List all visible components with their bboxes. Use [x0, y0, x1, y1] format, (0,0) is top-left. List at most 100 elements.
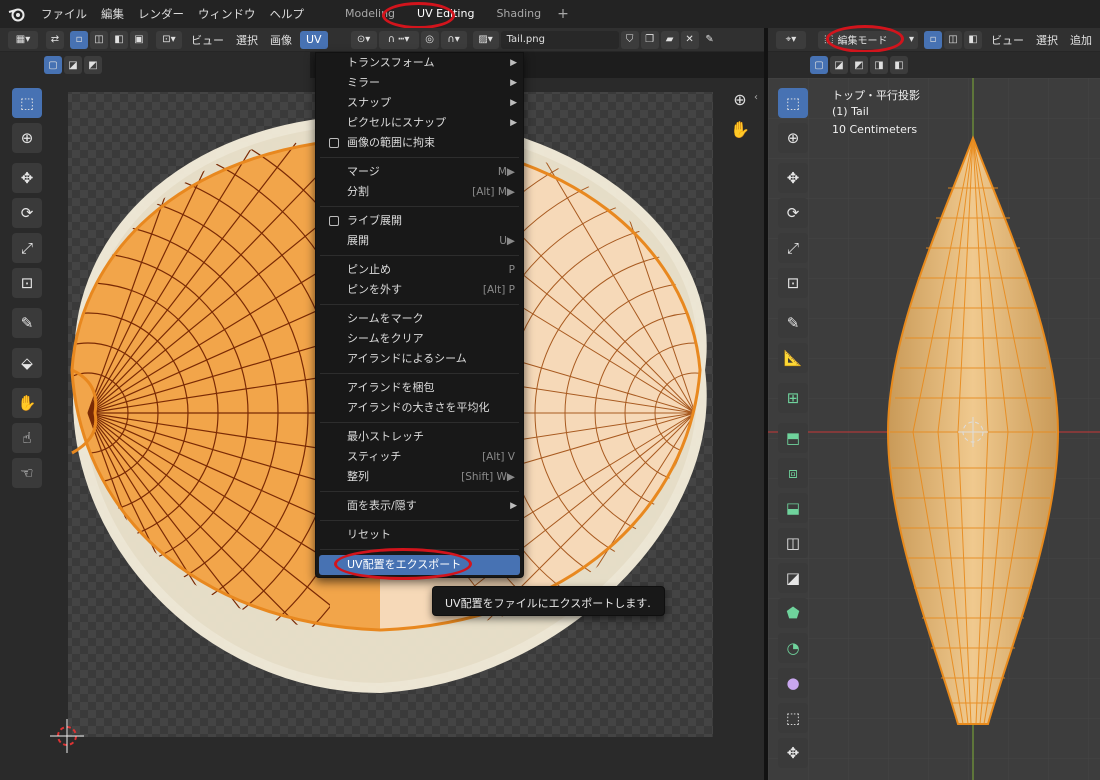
vertex-mode-icon[interactable]: ▫	[924, 30, 942, 49]
sticky-select-icon[interactable]: ⊡▾	[156, 30, 182, 49]
vp-measure-tool-icon[interactable]: 📐	[778, 343, 808, 373]
relax-tool-icon[interactable]: ☝	[12, 423, 42, 453]
menu-item-merge[interactable]: マージ M▶	[316, 162, 523, 182]
menu-item-minimize-stretch[interactable]: 最小ストレッチ	[316, 427, 523, 447]
vertex-select-icon[interactable]: ▫	[70, 30, 88, 49]
select-mode-subtract-icon[interactable]: ◩	[84, 56, 102, 74]
vp-annotate-tool-icon[interactable]: ✎	[778, 308, 808, 338]
pin-icon[interactable]: ✎	[701, 31, 719, 49]
annotate-tool-icon[interactable]: ✎	[12, 308, 42, 338]
image-browse-icon[interactable]: ▨▾	[472, 30, 499, 49]
vp-rotate-tool-icon[interactable]: ⟳	[778, 198, 808, 228]
uv-menu-select[interactable]: 選択	[232, 32, 262, 48]
edge-mode-icon[interactable]: ◫	[944, 30, 962, 49]
vp-smooth-tool-icon[interactable]: ●	[778, 668, 808, 698]
menu-item-mark-seam[interactable]: シームをマーク	[316, 309, 523, 329]
snap-icon[interactable]: ∩ ┅▾	[378, 30, 419, 49]
zoom-icon[interactable]: ⊕	[728, 90, 752, 114]
uv-menu-view[interactable]: ビュー	[183, 32, 232, 48]
sidebar-toggle-icon[interactable]: ‹	[754, 92, 758, 103]
transform-tool-icon[interactable]: ⊡	[12, 268, 42, 298]
viewport-menu-view[interactable]: ビュー	[983, 32, 1032, 48]
pivot-icon[interactable]: ⊙▾	[350, 30, 377, 49]
face-mode-icon[interactable]: ◧	[964, 30, 982, 49]
menu-item-unpin[interactable]: ピンを外す [Alt] P	[316, 280, 523, 300]
island-select-icon[interactable]: ▣	[130, 30, 148, 49]
editor-type-icon[interactable]: ▦▾	[8, 30, 38, 49]
menu-file[interactable]: ファイル	[34, 0, 94, 28]
uv-menu-uv[interactable]: UV	[300, 30, 328, 49]
vp-edge-slide-tool-icon[interactable]: ⬚	[778, 703, 808, 733]
add-workspace-button[interactable]: +	[549, 0, 577, 28]
vp-add-cube-tool-icon[interactable]: ⊞	[778, 383, 808, 413]
vp-select-subtract-icon[interactable]: ◩	[850, 56, 868, 74]
proportional-edit-icon[interactable]: ◎	[420, 30, 439, 49]
select-mode-extend-icon[interactable]: ◪	[64, 56, 82, 74]
rip-region-tool-icon[interactable]: ⬙	[12, 348, 42, 378]
vp-spin-tool-icon[interactable]: ◔	[778, 633, 808, 663]
menu-item-reset[interactable]: リセット	[316, 525, 523, 545]
scale-tool-icon[interactable]: ⤢	[12, 233, 42, 263]
menu-item-show-hide-faces[interactable]: 面を表示/隠す ▶	[316, 496, 523, 516]
menu-item-split[interactable]: 分割 [Alt] M▶	[316, 182, 523, 202]
viewport-canvas[interactable]: トップ・平行投影 (1) Tail 10 Centimeters ⬚ ⊕ ✥ ⟳…	[768, 78, 1100, 780]
fake-user-icon[interactable]: ⛉	[620, 30, 639, 49]
menu-item-mirror[interactable]: ミラー ▶	[316, 73, 523, 93]
menu-item-align[interactable]: 整列 [Shift] W▶	[316, 467, 523, 487]
vp-loop-cut-tool-icon[interactable]: ◫	[778, 528, 808, 558]
vp-knife-tool-icon[interactable]: ◪	[778, 563, 808, 593]
vp-select-intersect-icon[interactable]: ◧	[890, 56, 908, 74]
vp-select-new-icon[interactable]: ▢	[810, 56, 828, 74]
vp-select-extend-icon[interactable]: ◪	[830, 56, 848, 74]
menu-item-average-islands-scale[interactable]: アイランドの大きさを平均化	[316, 398, 523, 418]
edge-select-icon[interactable]: ◫	[90, 30, 108, 49]
menu-item-clear-seam[interactable]: シームをクリア	[316, 329, 523, 349]
vp-move-tool-icon[interactable]: ✥	[778, 163, 808, 193]
tab-shading[interactable]: Shading	[488, 0, 549, 28]
vp-inset-tool-icon[interactable]: ⧈	[778, 458, 808, 488]
sync-selection-icon[interactable]: ⇄	[46, 30, 64, 49]
menu-item-constrain-to-image[interactable]: 画像の範囲に拘束	[316, 133, 523, 153]
blender-logo-icon[interactable]	[0, 6, 34, 22]
falloff-icon[interactable]: ∩▾	[440, 30, 467, 49]
menu-render[interactable]: レンダー	[131, 0, 191, 28]
viewport-editor-type-icon[interactable]: ⌖▾	[776, 30, 806, 49]
duplicate-image-icon[interactable]: ❐	[640, 30, 659, 49]
select-mode-new-icon[interactable]: ▢	[44, 56, 62, 74]
vp-poly-build-tool-icon[interactable]: ⬟	[778, 598, 808, 628]
viewport-menu-add[interactable]: 追加	[1062, 32, 1100, 48]
move-tool-icon[interactable]: ✥	[12, 163, 42, 193]
vp-select-invert-icon[interactable]: ◨	[870, 56, 888, 74]
menu-item-live-unwrap[interactable]: ライブ展開	[316, 211, 523, 231]
menu-item-pin[interactable]: ピン止め P	[316, 260, 523, 280]
vp-transform-tool-icon[interactable]: ⊡	[778, 268, 808, 298]
uv-menu-image[interactable]: 画像	[262, 32, 300, 48]
vp-select-box-tool-icon[interactable]: ⬚	[778, 88, 808, 118]
vp-bevel-tool-icon[interactable]: ⬓	[778, 493, 808, 523]
menu-item-pack-islands[interactable]: アイランドを梱包	[316, 378, 523, 398]
grab-tool-icon[interactable]: ✋	[12, 388, 42, 418]
face-select-icon[interactable]: ◧	[110, 30, 128, 49]
unlink-icon[interactable]: ✕	[680, 30, 699, 49]
image-name-field[interactable]: Tail.png	[500, 30, 619, 49]
menu-window[interactable]: ウィンドウ	[191, 0, 263, 28]
select-box-tool-icon[interactable]: ⬚	[12, 88, 42, 118]
rotate-tool-icon[interactable]: ⟳	[12, 198, 42, 228]
menu-item-seams-from-islands[interactable]: アイランドによるシーム	[316, 349, 523, 369]
vp-extrude-tool-icon[interactable]: ⬒	[778, 423, 808, 453]
vp-scale-tool-icon[interactable]: ⤢	[778, 233, 808, 263]
menu-item-stitch[interactable]: スティッチ [Alt] V	[316, 447, 523, 467]
vp-cursor-tool-icon[interactable]: ⊕	[778, 123, 808, 153]
open-folder-icon[interactable]: ▰	[660, 30, 679, 49]
pinch-tool-icon[interactable]: ☜	[12, 458, 42, 488]
menu-item-unwrap[interactable]: 展開 U▶	[316, 231, 523, 251]
menu-item-snap-to-pixels[interactable]: ピクセルにスナップ ▶	[316, 113, 523, 133]
viewport-menu-select[interactable]: 選択	[1032, 32, 1062, 48]
pan-hand-icon[interactable]: ✋	[728, 120, 752, 144]
menu-edit[interactable]: 編集	[94, 0, 131, 28]
menu-item-snap[interactable]: スナップ ▶	[316, 93, 523, 113]
cursor-tool-icon[interactable]: ⊕	[12, 123, 42, 153]
menu-help[interactable]: ヘルプ	[263, 0, 312, 28]
vp-shrink-tool-icon[interactable]: ✥	[778, 738, 808, 768]
menu-item-transform[interactable]: トランスフォーム ▶	[316, 53, 523, 73]
